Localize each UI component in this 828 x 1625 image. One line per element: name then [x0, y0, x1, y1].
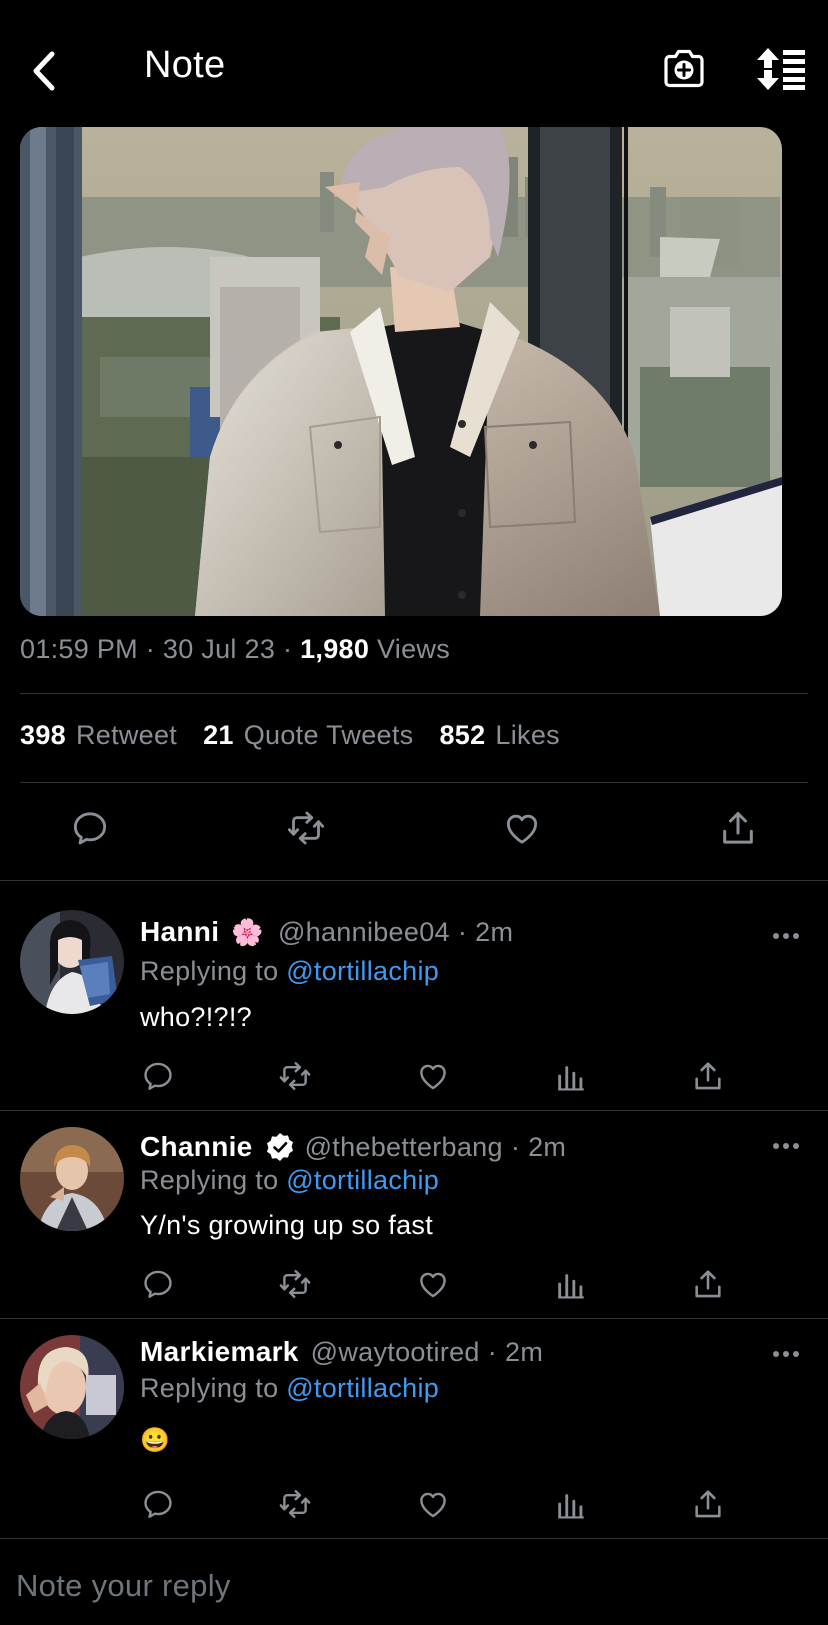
- views-label: Views: [376, 634, 451, 664]
- reply-text: Y/n's growing up so fast: [140, 1210, 434, 1240]
- reply-author-name[interactable]: Markiemark: [140, 1336, 299, 1368]
- page-title: Note: [144, 44, 226, 86]
- reply-handle[interactable]: @waytootired: [311, 1337, 480, 1368]
- views-icon[interactable]: [554, 1267, 588, 1301]
- reply-author-name[interactable]: Channie: [140, 1131, 253, 1163]
- more-options-icon[interactable]: [772, 1349, 800, 1359]
- share-icon[interactable]: [691, 1487, 725, 1521]
- divider: [20, 782, 808, 783]
- like-icon[interactable]: [416, 1059, 450, 1093]
- verified-badge-icon: [265, 1132, 295, 1162]
- mention-link[interactable]: @tortillachip: [286, 1373, 439, 1403]
- reply-icon[interactable]: [141, 1487, 175, 1521]
- tweet-actions: [0, 808, 828, 852]
- divider: [0, 1318, 828, 1319]
- divider: [20, 693, 808, 694]
- likes-stat[interactable]: 852 Likes: [439, 720, 559, 751]
- views-icon[interactable]: [554, 1487, 588, 1521]
- replying-to: Replying to @tortillachip: [140, 1373, 440, 1403]
- divider: [0, 1538, 828, 1539]
- quote-tweets-stat[interactable]: 21 Quote Tweets: [203, 720, 413, 751]
- reply-icon[interactable]: [70, 808, 110, 848]
- more-options-icon[interactable]: [772, 1141, 800, 1151]
- reply-handle[interactable]: @hannibee04: [278, 917, 450, 948]
- divider: [0, 1110, 828, 1111]
- avatar[interactable]: [20, 910, 124, 1014]
- reply-time: 2m: [528, 1131, 567, 1162]
- divider: [0, 880, 828, 881]
- avatar[interactable]: [20, 1335, 124, 1439]
- reply-handle[interactable]: @thebetterbang: [305, 1132, 503, 1163]
- more-options-icon[interactable]: [772, 931, 800, 941]
- reply-icon[interactable]: [141, 1267, 175, 1301]
- like-icon[interactable]: [502, 808, 542, 848]
- views-icon[interactable]: [554, 1059, 588, 1093]
- reply-icon[interactable]: [141, 1059, 175, 1093]
- retweet-icon[interactable]: [278, 1059, 312, 1093]
- tweet-photo[interactable]: [20, 127, 782, 616]
- share-icon[interactable]: [691, 1267, 725, 1301]
- tweet-timestamp: 01:59 PM · 30 Jul 23 · 1,980 Views: [20, 634, 451, 664]
- retweet-icon[interactable]: [278, 1487, 312, 1521]
- mention-link[interactable]: @tortillachip: [286, 1165, 439, 1195]
- camera-plus-icon[interactable]: [662, 46, 706, 90]
- share-icon[interactable]: [718, 808, 758, 848]
- avatar[interactable]: [20, 1127, 124, 1231]
- replying-to: Replying to @tortillachip: [140, 956, 440, 986]
- retweet-icon[interactable]: [278, 1267, 312, 1301]
- reply-time: 2m: [475, 916, 514, 947]
- views-count: 1,980: [300, 634, 370, 664]
- top-bar: Note: [0, 0, 828, 120]
- back-arrow-icon[interactable]: [26, 48, 62, 94]
- sort-icon[interactable]: [756, 48, 806, 90]
- mention-link[interactable]: @tortillachip: [286, 956, 439, 986]
- reply-text: 😀: [140, 1427, 171, 1454]
- reply-author-name[interactable]: Hanni: [140, 916, 219, 948]
- like-icon[interactable]: [416, 1487, 450, 1521]
- share-icon[interactable]: [691, 1059, 725, 1093]
- replying-to: Replying to @tortillachip: [140, 1165, 440, 1195]
- flower-emoji: 🌸: [231, 916, 264, 947]
- like-icon[interactable]: [416, 1267, 450, 1301]
- tweet-date: 30 Jul 23: [162, 634, 276, 664]
- tweet-time: 01:59 PM: [20, 634, 138, 664]
- reply-time: 2m: [505, 1336, 544, 1367]
- reply-input[interactable]: Note your reply: [16, 1568, 231, 1604]
- reply-text: who?!?!?: [140, 1002, 252, 1032]
- tweet-stats: 398 Retweet 21 Quote Tweets 852 Likes: [20, 720, 586, 751]
- retweets-stat[interactable]: 398 Retweet: [20, 720, 177, 751]
- retweet-icon[interactable]: [286, 808, 326, 848]
